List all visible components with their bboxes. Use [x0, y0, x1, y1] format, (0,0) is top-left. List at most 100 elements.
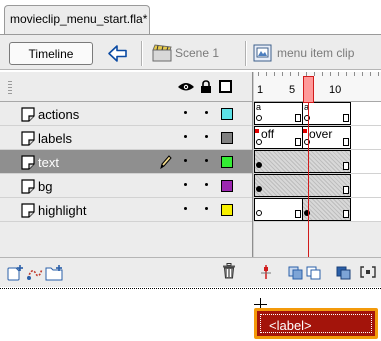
- ruler-tick: [258, 72, 259, 76]
- frame-span[interactable]: [254, 150, 351, 173]
- layer-row-actions[interactable]: actions: [0, 102, 252, 126]
- layer-outline-color-swatch[interactable]: [221, 132, 233, 144]
- layer-visibility-toggle[interactable]: [184, 111, 187, 114]
- span-end-marker: [343, 138, 349, 146]
- document-tab[interactable]: movieclip_menu_start.fla*: [4, 5, 150, 35]
- ruler-tick: [378, 72, 379, 76]
- layer-outline-color-swatch[interactable]: [221, 156, 233, 168]
- ruler-tick: [266, 72, 267, 76]
- layer-name[interactable]: bg: [38, 179, 52, 194]
- modify-onion-markers-icon[interactable]: [360, 264, 376, 280]
- edit-pencil-icon: [158, 154, 172, 173]
- actionscript-marker: a: [256, 102, 262, 112]
- span-end-marker: [343, 210, 349, 218]
- frame-label: off: [261, 127, 275, 141]
- lock-icon[interactable]: [200, 80, 212, 94]
- timeline-panel: 1 5 10 actions labels text bg highlight a a off o…: [0, 72, 381, 287]
- ruler-tick: [354, 72, 355, 76]
- layer-row-bg[interactable]: bg: [0, 174, 252, 198]
- ruler-tick: [370, 72, 371, 76]
- layer-name[interactable]: labels: [38, 131, 72, 146]
- ruler-tick: [282, 72, 283, 76]
- stage-boundary-line: [0, 288, 381, 290]
- insert-layer-folder-icon[interactable]: [44, 264, 64, 282]
- toolbar-separator: [245, 41, 247, 66]
- ruler-tick: [314, 72, 315, 76]
- stage[interactable]: <label>: [0, 288, 381, 341]
- center-frame-icon[interactable]: [260, 264, 272, 280]
- span-end-marker: [295, 138, 301, 146]
- ruler-tick: [346, 72, 347, 76]
- ruler-frame-number: 1: [257, 84, 264, 96]
- layer-icon: [20, 202, 36, 221]
- frame-row-actions[interactable]: aa: [254, 102, 381, 126]
- ruler-frame-number: 10: [329, 84, 342, 96]
- frame-row-highlight[interactable]: [254, 198, 381, 222]
- playhead[interactable]: [303, 76, 314, 103]
- layer-outline-color-swatch[interactable]: [221, 180, 233, 192]
- span-end-marker: [343, 114, 349, 122]
- layer-lock-toggle[interactable]: [205, 183, 208, 186]
- back-arrow-button[interactable]: [103, 42, 133, 65]
- breadcrumb-scene-label: Scene 1: [175, 46, 220, 60]
- breadcrumb-symbol-label: menu item clip: [277, 46, 355, 60]
- text-field-bounds: <label>: [260, 314, 372, 333]
- onion-skin-outlines-icon[interactable]: [306, 264, 322, 280]
- layer-icon: [20, 106, 36, 125]
- layer-row-text[interactable]: text: [0, 150, 252, 174]
- keyframe-marker[interactable]: [304, 210, 310, 216]
- layer-visibility-toggle[interactable]: [184, 183, 187, 186]
- ruler-tick: [330, 72, 331, 76]
- keyframe-marker[interactable]: [304, 115, 310, 121]
- layer-lock-toggle[interactable]: [205, 111, 208, 114]
- ruler-tick: [338, 72, 339, 76]
- label-text-instance[interactable]: <label>: [254, 308, 378, 339]
- delete-layer-trash-icon[interactable]: [222, 263, 236, 279]
- frame-span[interactable]: [254, 174, 351, 197]
- frame-row-bg[interactable]: [254, 174, 381, 198]
- timeline-toggle-button[interactable]: Timeline: [9, 42, 93, 65]
- layer-name[interactable]: text: [38, 155, 59, 170]
- layer-visibility-toggle[interactable]: [184, 207, 187, 210]
- edit-multiple-frames-icon[interactable]: [336, 264, 352, 280]
- ruler-tick: [274, 72, 275, 76]
- ruler-tick: [290, 72, 291, 76]
- edit-bar: Timeline Scene 1 menu item clip: [0, 34, 381, 70]
- layer-name[interactable]: actions: [38, 107, 79, 122]
- layer-outline-color-swatch[interactable]: [221, 204, 233, 216]
- keyframe-marker[interactable]: [256, 186, 262, 192]
- insert-layer-icon[interactable]: [6, 264, 24, 282]
- layer-row-highlight[interactable]: highlight: [0, 198, 252, 222]
- layer-lock-toggle[interactable]: [205, 207, 208, 210]
- movieclip-symbol-icon: [253, 44, 272, 62]
- layer-lock-toggle[interactable]: [205, 159, 208, 162]
- ruler-tick: [298, 72, 299, 76]
- layer-row-labels[interactable]: labels: [0, 126, 252, 150]
- scene-clapper-icon: [152, 44, 172, 62]
- show-hide-eye-icon[interactable]: [177, 81, 195, 93]
- layer-outline-color-swatch[interactable]: [221, 108, 233, 120]
- panel-grip-handle[interactable]: [8, 81, 12, 94]
- frame-ruler[interactable]: 1 5 10: [254, 72, 381, 102]
- keyframe-marker[interactable]: [256, 115, 262, 121]
- ruler-tick: [362, 72, 363, 76]
- frame-row-text[interactable]: [254, 150, 381, 174]
- document-tab-strip: movieclip_menu_start.fla*: [0, 0, 381, 35]
- frame-label-flag-icon: [255, 129, 259, 133]
- span-end-marker: [343, 186, 349, 194]
- onion-skin-icon[interactable]: [288, 264, 304, 280]
- layer-visibility-toggle[interactable]: [184, 135, 187, 138]
- frame-row-labels[interactable]: off over: [254, 126, 381, 150]
- back-arrow-icon: [108, 45, 127, 62]
- keyframe-marker[interactable]: [256, 162, 262, 168]
- add-motion-guide-icon[interactable]: [26, 264, 44, 282]
- frame-label: over: [309, 127, 333, 141]
- layer-icon: [20, 130, 36, 149]
- layer-visibility-toggle[interactable]: [184, 159, 187, 162]
- outline-toggle-icon[interactable]: [219, 80, 232, 93]
- empty-keyframe-marker[interactable]: [256, 210, 262, 216]
- layer-action-buttons: [6, 264, 126, 282]
- layer-name[interactable]: highlight: [38, 203, 86, 218]
- layer-list-header: [0, 72, 252, 102]
- layer-lock-toggle[interactable]: [205, 135, 208, 138]
